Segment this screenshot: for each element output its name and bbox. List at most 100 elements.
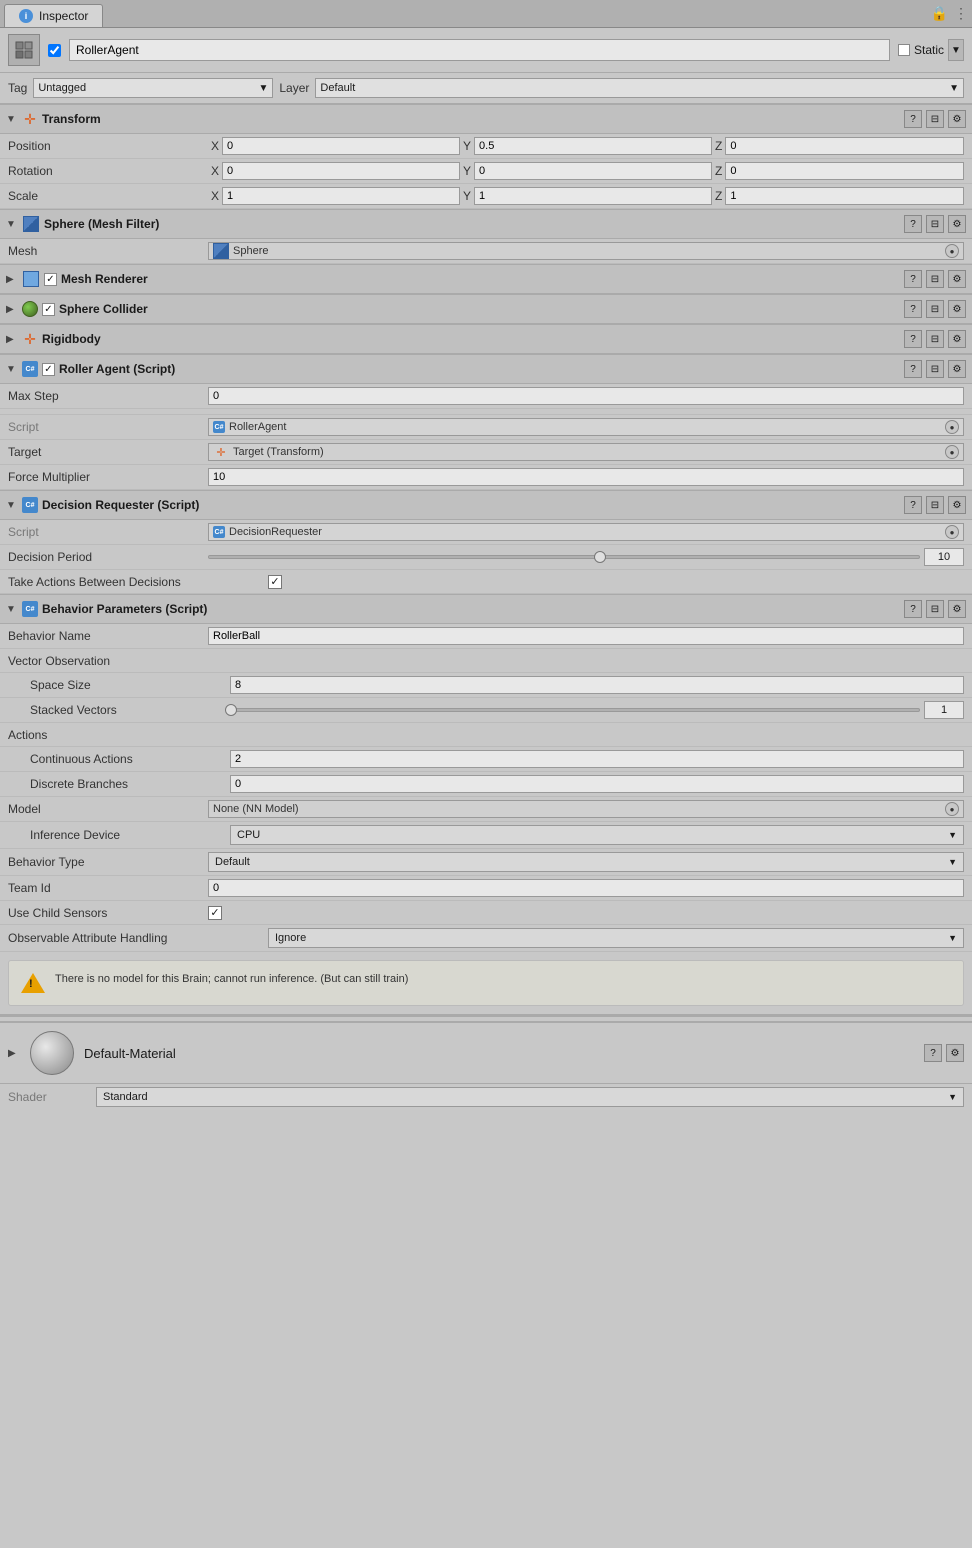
inspector-body: RollerAgent Static ▼ Tag Untagged ▼ Laye…	[0, 28, 972, 1110]
observable-attr-dropdown[interactable]: Ignore ▼	[268, 928, 964, 948]
behavior-name-input[interactable]: RollerBall	[208, 627, 964, 645]
decision-script-obj-field: C# DecisionRequester ●	[208, 523, 964, 541]
gameobject-name-input[interactable]: RollerAgent	[69, 39, 890, 61]
sphere-collider-split-btn[interactable]: ⊟	[926, 300, 944, 318]
mesh-renderer-check[interactable]: ✓	[44, 273, 57, 286]
mesh-filter-split-btn[interactable]: ⊟	[926, 215, 944, 233]
target-label: Target	[8, 445, 208, 459]
space-size-input[interactable]: 8	[230, 676, 964, 694]
roller-agent-check[interactable]: ✓	[42, 363, 55, 376]
stacked-vectors-value[interactable]: 1	[924, 701, 964, 719]
decision-requester-split-btn[interactable]: ⊟	[926, 496, 944, 514]
stacked-vectors-slider-track[interactable]	[230, 708, 920, 712]
static-dropdown-arrow[interactable]: ▼	[948, 39, 964, 61]
gameobject-icon	[8, 34, 40, 66]
mesh-renderer-gear-btn[interactable]: ⚙	[948, 270, 966, 288]
transform-help-btn[interactable]: ?	[904, 110, 922, 128]
sphere-collider-gear-btn[interactable]: ⚙	[948, 300, 966, 318]
rot-z-input[interactable]: 0	[725, 162, 964, 180]
take-actions-checkbox[interactable]: ✓	[268, 575, 282, 589]
force-multiplier-input[interactable]: 10	[208, 468, 964, 486]
roller-agent-arrow[interactable]: ▼	[6, 364, 18, 375]
roller-agent-split-btn[interactable]: ⊟	[926, 360, 944, 378]
decision-period-slider-thumb[interactable]	[594, 551, 606, 563]
scale-z-input[interactable]: 1	[725, 187, 964, 205]
behavior-params-tools: ? ⊟ ⚙	[904, 600, 966, 618]
behavior-type-dropdown[interactable]: Default ▼	[208, 852, 964, 872]
roller-agent-gear-btn[interactable]: ⚙	[948, 360, 966, 378]
discrete-branches-row: Discrete Branches 0	[0, 772, 972, 797]
stacked-vectors-slider-thumb[interactable]	[225, 704, 237, 716]
continuous-actions-input[interactable]: 2	[230, 750, 964, 768]
behavior-params-arrow[interactable]: ▼	[6, 604, 18, 615]
warning-icon	[21, 971, 45, 995]
scale-y-input[interactable]: 1	[474, 187, 712, 205]
behavior-params-help-btn[interactable]: ?	[904, 600, 922, 618]
menu-icon[interactable]: ⋮	[954, 5, 968, 22]
warning-text: There is no model for this Brain; cannot…	[55, 971, 408, 988]
vector-observation-label: Vector Observation	[8, 654, 208, 668]
mesh-renderer-arrow[interactable]: ▶	[6, 274, 18, 285]
pos-z-input[interactable]: 0	[725, 137, 964, 155]
inference-device-dropdown[interactable]: CPU ▼	[230, 825, 964, 845]
active-checkbox[interactable]	[48, 44, 61, 57]
model-obj-field[interactable]: None (NN Model) ●	[208, 800, 964, 818]
transform-gear-btn[interactable]: ⚙	[948, 110, 966, 128]
decision-period-value[interactable]: 10	[924, 548, 964, 566]
rot-y-input[interactable]: 0	[474, 162, 712, 180]
material-gear-btn[interactable]: ⚙	[946, 1044, 964, 1062]
rigidbody-arrow[interactable]: ▶	[6, 334, 18, 345]
inspector-tab[interactable]: i Inspector	[4, 4, 103, 27]
rigidbody-split-btn[interactable]: ⊟	[926, 330, 944, 348]
target-select-btn[interactable]: ●	[945, 445, 959, 459]
tag-select[interactable]: Untagged ▼	[33, 78, 273, 98]
decision-script-select-btn[interactable]: ●	[945, 525, 959, 539]
mesh-filter-help-btn[interactable]: ?	[904, 215, 922, 233]
mesh-obj-field[interactable]: Sphere ●	[208, 242, 964, 260]
model-select-btn[interactable]: ●	[945, 802, 959, 816]
pos-x-input[interactable]: 0	[222, 137, 460, 155]
mesh-filter-gear-btn[interactable]: ⚙	[948, 215, 966, 233]
rigidbody-help-btn[interactable]: ?	[904, 330, 922, 348]
sphere-collider-check[interactable]: ✓	[42, 303, 55, 316]
rotation-row: Rotation X 0 Y 0 Z 0	[0, 159, 972, 184]
transform-collapse-arrow[interactable]: ▼	[6, 114, 18, 125]
layer-select[interactable]: Default ▼	[315, 78, 964, 98]
material-arrow[interactable]: ▶	[8, 1048, 20, 1059]
roller-agent-help-btn[interactable]: ?	[904, 360, 922, 378]
sphere-collider-arrow[interactable]: ▶	[6, 304, 18, 315]
pos-y-input[interactable]: 0.5	[474, 137, 712, 155]
decision-period-slider-track[interactable]	[208, 555, 920, 559]
behavior-params-split-btn[interactable]: ⊟	[926, 600, 944, 618]
sphere-collider-help-btn[interactable]: ?	[904, 300, 922, 318]
scale-x-input[interactable]: 1	[222, 187, 460, 205]
team-id-input[interactable]: 0	[208, 879, 964, 897]
decision-requester-gear-btn[interactable]: ⚙	[948, 496, 966, 514]
tab-label: Inspector	[39, 9, 88, 23]
script-select-btn[interactable]: ●	[945, 420, 959, 434]
material-shader-dropdown[interactable]: Standard ▼	[96, 1087, 964, 1107]
mesh-filter-arrow[interactable]: ▼	[6, 219, 18, 230]
rot-x-input[interactable]: 0	[222, 162, 460, 180]
mesh-renderer-split-btn[interactable]: ⊟	[926, 270, 944, 288]
decision-requester-help-btn[interactable]: ?	[904, 496, 922, 514]
mesh-select-btn[interactable]: ●	[945, 244, 959, 258]
decision-requester-arrow[interactable]: ▼	[6, 500, 18, 511]
behavior-params-gear-btn[interactable]: ⚙	[948, 600, 966, 618]
target-obj-field[interactable]: ✛ Target (Transform) ●	[208, 443, 964, 461]
material-help-btn[interactable]: ?	[924, 1044, 942, 1062]
target-row: Target ✛ Target (Transform) ●	[0, 440, 972, 465]
use-child-sensors-checkbox[interactable]: ✓	[208, 906, 222, 920]
transform-split-btn[interactable]: ⊟	[926, 110, 944, 128]
discrete-branches-input[interactable]: 0	[230, 775, 964, 793]
observable-attr-value: Ignore	[275, 932, 306, 944]
mesh-renderer-help-btn[interactable]: ?	[904, 270, 922, 288]
static-checkbox[interactable]	[898, 44, 910, 56]
rigidbody-gear-btn[interactable]: ⚙	[948, 330, 966, 348]
max-step-input[interactable]: 0	[208, 387, 964, 405]
inference-device-value: CPU	[237, 829, 260, 841]
script-row: Script C# RollerAgent ●	[0, 415, 972, 440]
decision-requester-title: Decision Requester (Script)	[42, 498, 900, 512]
lock-icon[interactable]: 🔒	[931, 5, 948, 22]
sphere-collider-icon	[22, 301, 38, 317]
